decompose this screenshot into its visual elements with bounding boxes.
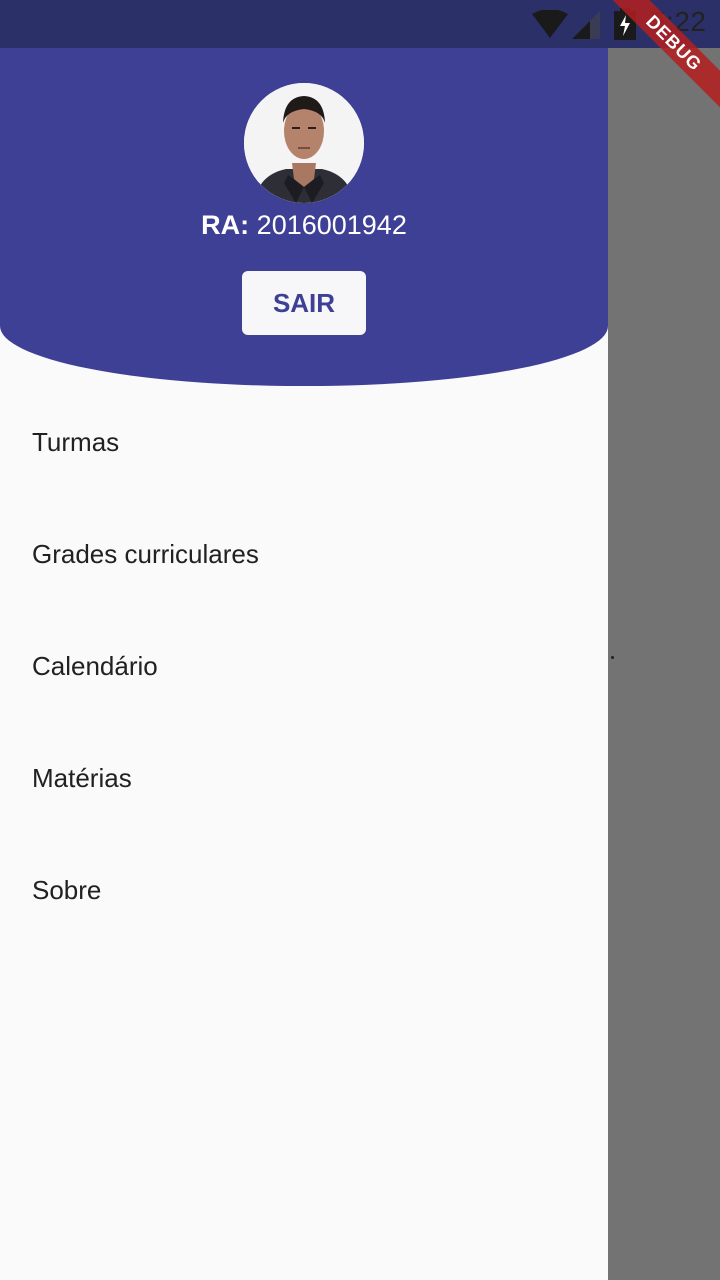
drawer-header: RA: 2016001942 SAIR: [0, 0, 608, 386]
logout-button[interactable]: SAIR: [242, 271, 366, 335]
status-time: 5:22: [650, 6, 707, 37]
menu-item-turmas[interactable]: Turmas: [0, 386, 608, 498]
status-bar: 5:22: [0, 0, 720, 48]
ra-label: RA:: [201, 210, 250, 240]
ra-value: 2016001942: [256, 210, 407, 240]
menu-item-label: Grades curriculares: [32, 538, 259, 569]
navigation-drawer: RA: 2016001942 SAIR Turmas Grades curric…: [0, 0, 608, 1280]
avatar: [244, 83, 364, 203]
app-screen: 5:22 RA: 2016001942 SAIR Turmas Grades c…: [0, 0, 720, 1280]
student-ra: RA: 2016001942: [0, 210, 608, 241]
menu-item-grades-curriculares[interactable]: Grades curriculares: [0, 498, 608, 610]
menu-item-label: Matérias: [32, 762, 132, 793]
background-dot: [611, 656, 614, 659]
menu-item-label: Sobre: [32, 874, 102, 905]
drawer-menu: Turmas Grades curriculares Calendário Ma…: [0, 386, 608, 946]
menu-item-materias[interactable]: Matérias: [0, 722, 608, 834]
signal-icon: [572, 11, 600, 39]
menu-item-label: Turmas: [32, 426, 120, 457]
wifi-icon: [532, 10, 568, 38]
menu-item-sobre[interactable]: Sobre: [0, 834, 608, 946]
avatar-photo: [244, 83, 364, 203]
menu-item-label: Calendário: [32, 650, 158, 681]
battery-charging-icon: [614, 8, 636, 40]
menu-item-calendario[interactable]: Calendário: [0, 610, 608, 722]
